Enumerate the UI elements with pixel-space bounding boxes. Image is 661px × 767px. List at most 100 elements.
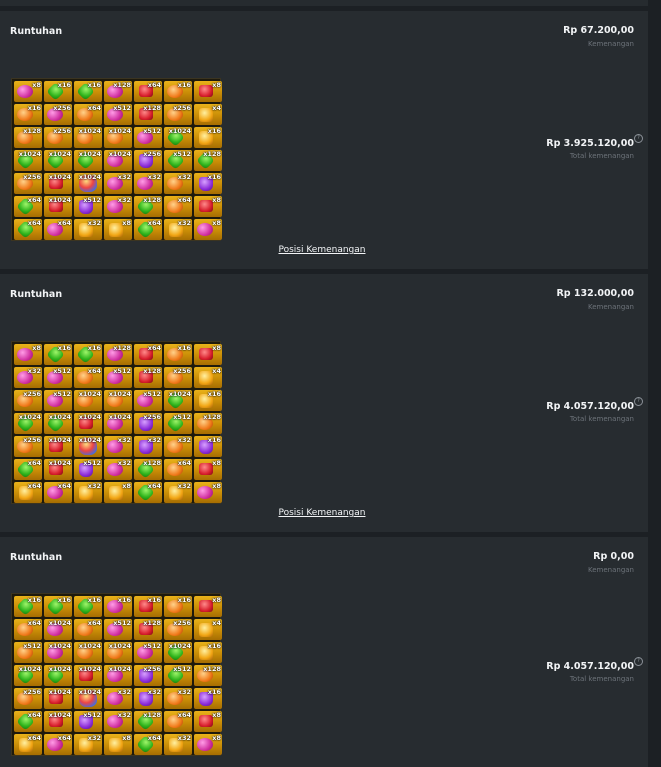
multiplier-label: x8 [32,344,41,352]
reel-cell: x512 [134,127,162,148]
winning-positions-link[interactable]: Posisi Kemenangan [0,245,644,255]
reel-cell: x4 [194,367,222,388]
reel-cell: x1024 [44,665,72,686]
reel-cell: x1024 [44,459,72,480]
reel-cell: x1024 [74,436,102,457]
gold-jar-candy-icon [109,486,123,500]
reel-cell: x8 [194,596,222,617]
reel-cell: x1024 [44,436,72,457]
multiplier-label: x16 [57,596,71,604]
reel-cell: x16 [134,596,162,617]
multiplier-label: x512 [23,642,41,650]
multiplier-label: x32 [177,688,191,696]
reel-cell: x64 [74,619,102,640]
multiplier-label: x16 [87,596,101,604]
reel-cell: x8 [104,482,132,503]
reel-cell: x32 [164,173,192,194]
multiplier-label: x8 [32,81,41,89]
multiplier-label: x8 [122,734,131,742]
multiplier-label: x1024 [78,436,101,444]
total-win-amount: Rp 3.925.120,00 [546,138,634,149]
reel-cell: x32 [104,711,132,732]
reel-cell: x16 [14,596,42,617]
reel-cell: x256 [164,367,192,388]
multiplier-label: x1024 [78,150,101,158]
multiplier-label: x64 [57,482,71,490]
reel-cell: x1024 [74,665,102,686]
reel-cell: x512 [74,711,102,732]
multiplier-label: x32 [177,482,191,490]
multiplier-label: x128 [203,665,221,673]
reel-cell: x256 [44,104,72,125]
multiplier-label: x512 [83,196,101,204]
multiplier-label: x512 [53,390,71,398]
reel-cell: x1024 [104,150,132,171]
multiplier-label: x128 [203,150,221,158]
help-icon[interactable]: ? [634,657,643,666]
reel-cell: x256 [134,413,162,434]
round-title: Runtuhan [10,289,63,300]
multiplier-label: x32 [177,436,191,444]
multiplier-label: x128 [143,459,161,467]
reel-cell: x64 [134,219,162,240]
round-panel-1: Runtuhan Rp 67.200,00 Kemenangan x8 x16 x1… [0,11,648,269]
reel-cell: x128 [134,619,162,640]
help-icon[interactable]: ? [634,134,643,143]
scrollbar-track[interactable] [648,0,661,767]
multiplier-label: x1024 [78,688,101,696]
multiplier-label: x8 [212,459,221,467]
reel-cell: x16 [194,127,222,148]
winning-positions-link[interactable]: Posisi Kemenangan [0,508,644,518]
multiplier-label: x64 [27,219,41,227]
reel-cell: x1024 [74,688,102,709]
multiplier-label: x32 [147,436,161,444]
reel-cell: x512 [44,367,72,388]
reel-cell: x1024 [74,127,102,148]
reel-cell: x8 [194,734,222,755]
round-title: Runtuhan [10,552,63,563]
multiplier-label: x64 [177,711,191,719]
total-win-label: Total kemenangan [569,415,634,423]
round-win-label: Kemenangan [587,566,634,574]
reel-cell: x64 [74,367,102,388]
multiplier-label: x512 [83,711,101,719]
multiplier-label: x256 [143,413,161,421]
multiplier-label: x1024 [78,127,101,135]
multiplier-label: x128 [23,127,41,135]
multiplier-label: x32 [27,367,41,375]
reel-cell: x32 [104,459,132,480]
multiplier-label: x256 [173,367,191,375]
multiplier-label: x16 [117,596,131,604]
help-icon[interactable]: ? [634,397,643,406]
multiplier-label: x256 [23,390,41,398]
multiplier-label: x1024 [48,436,71,444]
multiplier-label: x512 [53,367,71,375]
multiplier-label: x64 [27,711,41,719]
gold-jar-candy-icon [109,738,123,752]
reel-cell: x512 [164,665,192,686]
multiplier-label: x16 [27,596,41,604]
multiplier-label: x16 [207,173,221,181]
reel-cell: x32 [74,482,102,503]
reel-cell: x128 [134,104,162,125]
reel-cell: x8 [14,81,42,102]
multiplier-label: x32 [87,219,101,227]
reel-cell: x128 [134,711,162,732]
multiplier-label: x1024 [48,173,71,181]
reel-cell: x512 [104,367,132,388]
reel-cell: x32 [164,734,192,755]
reel-cell: x32 [164,219,192,240]
multiplier-label: x32 [177,219,191,227]
top-divider [0,0,648,6]
reel-cell: x1024 [44,619,72,640]
reel-cell: x16 [74,344,102,365]
multiplier-label: x16 [207,436,221,444]
multiplier-label: x1024 [48,642,71,650]
multiplier-label: x32 [117,459,131,467]
multiplier-label: x256 [143,150,161,158]
multiplier-label: x64 [147,482,161,490]
multiplier-label: x1024 [168,642,191,650]
reel-cell: x32 [164,482,192,503]
reel-cell: x64 [44,482,72,503]
pink-candy-icon [17,348,33,361]
